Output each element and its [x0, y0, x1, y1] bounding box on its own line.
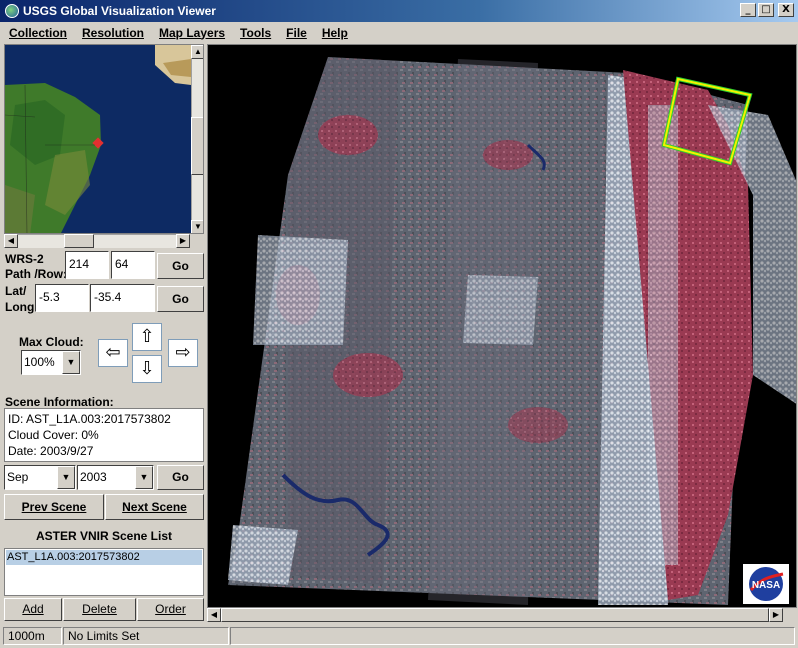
menu-collection[interactable]: Collection: [0, 26, 73, 40]
wrs-label-line2: Path /Row:: [5, 267, 67, 281]
status-message: [230, 627, 795, 645]
max-cloud-select[interactable]: 100% ▼: [21, 350, 81, 375]
date-go-button[interactable]: Go: [157, 465, 204, 490]
window-title: USGS Global Visualization Viewer: [23, 4, 216, 18]
nasa-logo-text: NASA: [752, 580, 780, 591]
scene-info-panel: ID: AST_L1A.003:2017573802 Cloud Cover: …: [4, 408, 204, 462]
scroll-thumb[interactable]: [221, 608, 769, 622]
add-button[interactable]: Add: [4, 598, 62, 621]
latlong-label-line2: Long:: [5, 300, 39, 314]
menu-file[interactable]: File: [277, 26, 313, 40]
satellite-map-view[interactable]: NASA: [207, 44, 797, 608]
scene-date: Date: 2003/9/27: [8, 444, 94, 458]
scroll-left-icon[interactable]: ◀: [207, 608, 221, 622]
title-bar: USGS Global Visualization Viewer _ □ X: [0, 0, 798, 22]
status-limits: No Limits Set: [63, 627, 229, 645]
nasa-logo: NASA: [743, 564, 789, 604]
prev-scene-button[interactable]: Prev Scene: [4, 494, 104, 520]
scroll-thumb[interactable]: [191, 117, 203, 175]
scroll-right-icon[interactable]: ▶: [769, 608, 783, 622]
scroll-thumb[interactable]: [64, 234, 94, 248]
menu-tools[interactable]: Tools: [231, 26, 277, 40]
list-item[interactable]: AST_L1A.003:2017573802: [6, 550, 202, 565]
menu-resolution[interactable]: Resolution: [73, 26, 150, 40]
month-value: Sep: [7, 470, 29, 484]
scene-cloud-cover: Cloud Cover: 0%: [8, 428, 99, 442]
max-cloud-label: Max Cloud:: [19, 335, 84, 349]
path-input[interactable]: 214: [65, 251, 109, 279]
scene-id: ID: AST_L1A.003:2017573802: [8, 412, 171, 426]
satellite-mosaic-image: [228, 57, 796, 605]
latlong-label-line1: Lat/: [5, 284, 27, 298]
overview-horizontal-scrollbar[interactable]: ◀ ▶: [4, 234, 190, 248]
next-scene-button[interactable]: Next Scene: [105, 494, 204, 520]
maximize-button[interactable]: □: [758, 3, 774, 17]
overview-vertical-scrollbar[interactable]: ▲ ▼: [191, 45, 203, 233]
scroll-down-icon[interactable]: ▼: [191, 220, 203, 233]
scroll-right-icon[interactable]: ▶: [176, 234, 190, 248]
overview-map-image: [5, 45, 191, 233]
order-button[interactable]: Order: [137, 598, 204, 621]
control-panel: ▲ ▼ ◀ ▶ WRS-2 Path /Row: 214 64 Go Lat/ …: [4, 44, 206, 624]
chevron-down-icon[interactable]: ▼: [57, 466, 75, 489]
month-select[interactable]: Sep ▼: [4, 465, 76, 490]
latlong-go-button[interactable]: Go: [157, 286, 204, 312]
scroll-corner: [783, 608, 797, 622]
scene-list[interactable]: AST_L1A.003:2017573802: [4, 548, 204, 596]
scene-list-title: ASTER VNIR Scene List: [35, 529, 173, 543]
year-select[interactable]: 2003 ▼: [77, 465, 154, 490]
nasa-logo-icon: NASA: [749, 567, 784, 601]
chevron-down-icon[interactable]: ▼: [135, 466, 153, 489]
year-value: 2003: [80, 470, 107, 484]
overview-map[interactable]: ▲ ▼: [4, 44, 204, 234]
close-button[interactable]: X: [778, 3, 794, 17]
pan-left-button[interactable]: ⇦: [98, 339, 128, 367]
scroll-left-icon[interactable]: ◀: [4, 234, 18, 248]
latitude-input[interactable]: -5.3: [35, 284, 89, 312]
wrs-label-line1: WRS-2: [5, 252, 44, 266]
minimize-button[interactable]: _: [740, 3, 756, 17]
status-bar: 1000m No Limits Set: [0, 624, 798, 648]
pan-up-button[interactable]: ⇧: [132, 323, 162, 351]
menu-map-layers[interactable]: Map Layers: [150, 26, 231, 40]
pan-right-button[interactable]: ⇨: [168, 339, 198, 367]
chevron-down-icon[interactable]: ▼: [62, 351, 80, 374]
menu-help[interactable]: Help: [313, 26, 354, 40]
scroll-up-icon[interactable]: ▲: [191, 45, 203, 59]
status-resolution: 1000m: [3, 627, 62, 645]
pan-down-button[interactable]: ⇩: [132, 355, 162, 383]
window-controls: _ □ X: [740, 3, 794, 17]
max-cloud-value: 100%: [24, 355, 55, 369]
longitude-input[interactable]: -35.4: [90, 284, 155, 312]
row-input[interactable]: 64: [111, 251, 155, 279]
wrs-go-button[interactable]: Go: [157, 253, 204, 279]
map-horizontal-scrollbar[interactable]: ◀ ▶: [207, 608, 783, 622]
menu-bar: Collection Resolution Map Layers Tools F…: [0, 22, 798, 43]
delete-button[interactable]: Delete: [63, 598, 136, 621]
scene-info-header: Scene Information:: [5, 395, 114, 409]
app-globe-icon: [5, 4, 19, 18]
